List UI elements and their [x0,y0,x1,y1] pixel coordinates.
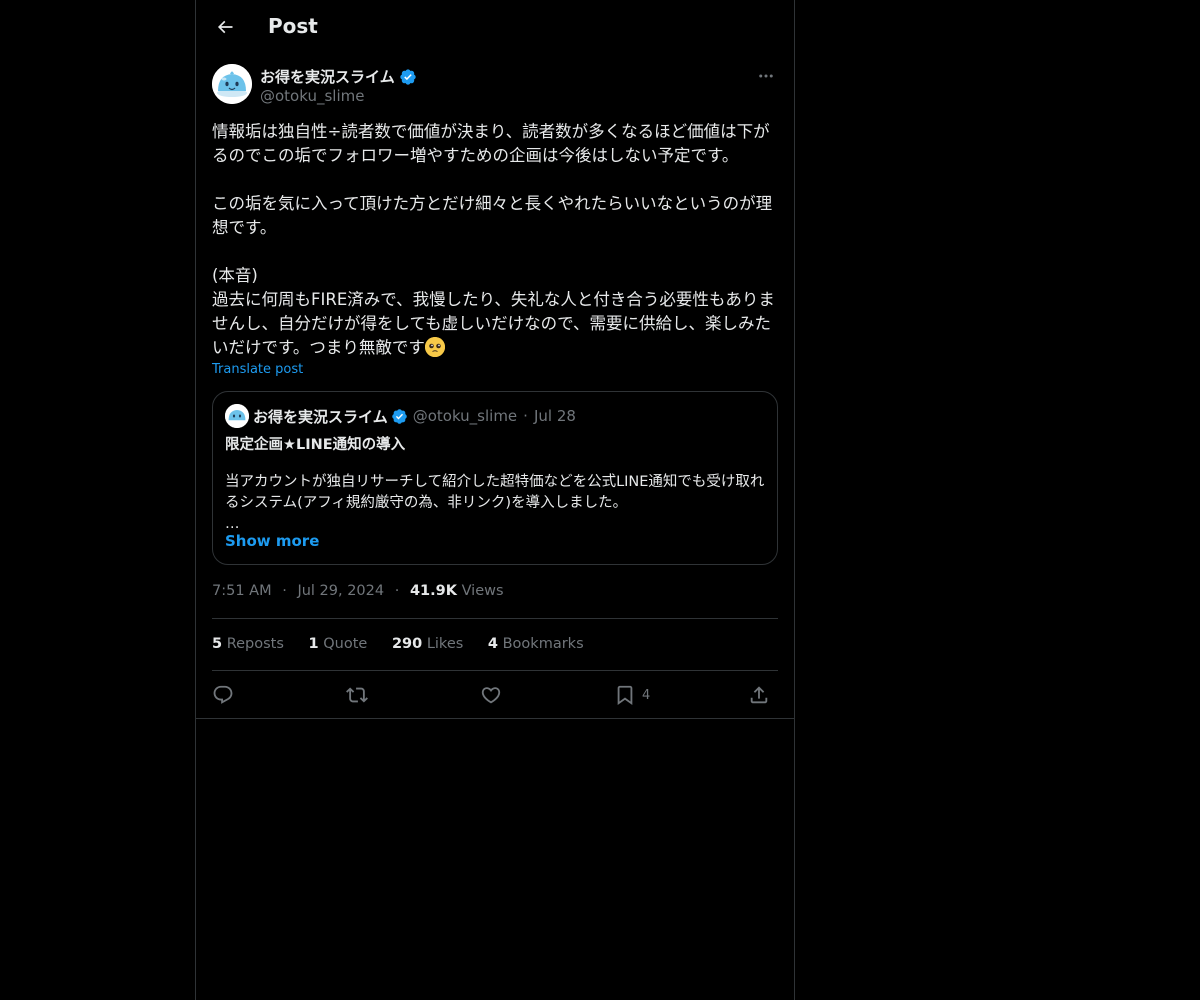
bookmarks-stat[interactable]: 4 Bookmarks [488,636,584,652]
bookmark-button[interactable]: 4 [614,682,650,708]
post-date[interactable]: Jul 29, 2024 [297,583,384,599]
post-author: お得を実況スライム @otoku_slime [212,64,778,108]
reply-icon [213,685,233,704]
stat-count: 5 [212,636,223,652]
views-count: 41.9K [409,583,457,599]
quoted-post-title: 限定企画★LINE通知の導入 [225,437,406,453]
translate-post-link[interactable]: Translate post [212,362,303,377]
post-column: Post お得を実況スライム @otoku_slime 情報垢は独自性÷読者数で… [195,0,795,1000]
stat-count: 1 [308,636,319,652]
stat-count: 4 [487,636,498,652]
back-button[interactable] [210,12,240,42]
post-meta: 7:51 AM · Jul 29, 2024 · 41.9K Views [212,583,504,599]
quotes-stat[interactable]: 1 Quote [309,636,368,652]
stat-label: Likes [426,636,464,652]
avatar[interactable] [212,64,252,104]
more-button[interactable] [754,64,778,88]
page-title: Post [268,14,318,38]
repost-button[interactable] [346,682,368,708]
reposts-stat[interactable]: 5 Reposts [212,636,284,652]
pleading-face-emoji-icon [424,337,445,357]
back-arrow-icon [217,20,233,34]
more-icon [759,74,773,78]
post-time[interactable]: 7:51 AM [212,583,272,599]
quoted-author-handle: @otoku_slime [412,407,518,425]
header: Post [196,0,794,54]
quoted-separator: · [523,407,528,425]
divider [196,718,794,719]
like-icon [481,687,501,704]
post-stats: 5 Reposts 1 Quote 290 Likes 4 Bookmarks [212,636,604,652]
likes-stat[interactable]: 290 Likes [392,636,463,652]
bookmark-count: 4 [642,687,651,703]
stat-label: Quote [323,636,368,652]
stat-label: Bookmarks [502,636,584,652]
post-text-content: 情報垢は独自性÷読者数で価値が決まり、読者数が多くなるほど価値は下がるのでこの垢… [212,122,775,357]
meta-separator: · [282,583,287,599]
author-name[interactable]: お得を実況スライム [260,66,417,87]
quoted-post[interactable]: お得を実況スライム @otoku_slime · Jul 28 限定企画★LIN… [212,391,778,565]
post-text: 情報垢は独自性÷読者数で価値が決まり、読者数が多くなるほど価値は下がるのでこの垢… [212,120,778,360]
share-icon [750,686,768,704]
divider [212,618,778,619]
share-button[interactable] [748,682,770,708]
divider [212,670,778,671]
author-handle[interactable]: @otoku_slime [260,87,364,105]
verified-badge-icon [391,408,407,424]
views-label: Views [461,583,504,599]
reply-button[interactable] [212,682,234,708]
stat-label: Reposts [226,636,284,652]
like-button[interactable] [480,682,502,708]
quoted-post-text: 当アカウントが独自リサーチして紹介した超特価などを公式LINE通知でも受け取れる… [225,474,765,532]
show-more-link[interactable]: Show more [225,532,319,550]
quoted-post-header: お得を実況スライム @otoku_slime · Jul 28 [225,404,576,428]
author-name-text: お得を実況スライム [260,68,395,86]
stat-count: 290 [391,636,423,652]
repost-icon [346,687,368,703]
meta-separator: · [394,583,400,599]
action-bar: 4 [212,682,778,710]
quoted-date: Jul 28 [533,407,576,425]
verified-badge-icon [400,68,416,85]
quoted-avatar [225,404,249,428]
bookmark-icon [617,685,633,706]
quoted-author-name: お得を実況スライム [253,407,388,426]
